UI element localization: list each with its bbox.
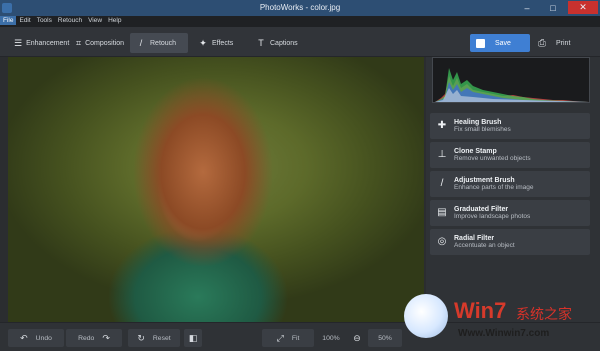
save-button[interactable]: Save — [470, 34, 530, 52]
tool-subtitle: Accentuate an object — [454, 242, 515, 249]
photo-preview[interactable] — [8, 57, 424, 322]
menu-bar: File Edit Tools Retouch View Help — [0, 16, 600, 27]
reset-label: Reset — [152, 334, 171, 342]
tab-effects[interactable]: ✦ Effects — [192, 33, 244, 53]
tool-healing-brush[interactable]: ✚ Healing Brush Fix small blemishes — [430, 113, 590, 139]
floppy-disk-icon — [476, 38, 485, 48]
zoom-level[interactable]: 50% — [368, 329, 402, 347]
maximize-button[interactable]: □ — [542, 2, 564, 14]
redo-button[interactable]: Redo ↷ — [66, 329, 122, 347]
tool-title: Healing Brush — [454, 119, 502, 126]
zoom-out-button[interactable]: ⊖ — [350, 329, 364, 347]
reset-button[interactable]: ↻ Reset — [128, 329, 180, 347]
tab-label: Captions — [270, 39, 298, 47]
tool-title: Adjustment Brush — [454, 177, 515, 184]
histogram — [432, 57, 590, 103]
undo-label: Undo — [35, 334, 52, 342]
tool-adjustment-brush[interactable]: / Adjustment Brush Enhance parts of the … — [430, 171, 590, 197]
tool-title: Graduated Filter — [454, 206, 509, 213]
tab-label: Composition — [85, 39, 124, 47]
tab-label: Retouch — [150, 39, 177, 47]
tab-composition[interactable]: ⌗ Composition — [70, 33, 130, 53]
image-canvas[interactable] — [8, 57, 424, 322]
menu-help[interactable]: Help — [105, 16, 124, 25]
compare-icon: ◧ — [188, 332, 198, 343]
tool-graduated-filter[interactable]: ▤ Graduated Filter Improve landscape pho… — [430, 200, 590, 226]
tab-captions[interactable]: T Captions — [250, 33, 308, 53]
watermark-brand: Win7 — [454, 298, 507, 323]
minus-icon: ⊖ — [353, 332, 361, 343]
crop-icon: ⌗ — [76, 38, 82, 48]
compare-button[interactable]: ◧ — [184, 329, 202, 347]
redo-label: Redo — [78, 334, 95, 342]
print-button[interactable]: ⎙ Print — [534, 34, 590, 52]
brush-icon: / — [139, 38, 143, 48]
tab-enhancement[interactable]: ☰ Enhancement — [8, 33, 70, 53]
windows-logo-icon — [404, 294, 448, 338]
menu-file[interactable]: File — [0, 16, 17, 25]
sliders-icon: ☰ — [14, 38, 23, 48]
tab-label: Effects — [212, 39, 234, 47]
fit-icon: ⤢ — [276, 332, 284, 343]
tool-subtitle: Remove unwanted objects — [454, 155, 531, 162]
stamp-icon: ⊥ — [437, 149, 447, 160]
tool-subtitle: Fix small blemishes — [454, 126, 511, 133]
text-icon: T — [258, 38, 264, 48]
tab-retouch[interactable]: / Retouch — [130, 33, 188, 53]
printer-icon: ⎙ — [538, 37, 546, 49]
tool-radial-filter[interactable]: ◎ Radial Filter Accentuate an object — [430, 229, 590, 255]
print-label: Print — [556, 39, 571, 47]
tool-clone-stamp[interactable]: ⊥ Clone Stamp Remove unwanted objects — [430, 142, 590, 168]
tab-label: Enhancement — [26, 39, 70, 47]
gradient-icon: ▤ — [437, 207, 447, 218]
menu-edit[interactable]: Edit — [16, 16, 33, 25]
retouch-side-panel: ✚ Healing Brush Fix small blemishes ⊥ Cl… — [426, 57, 600, 322]
undo-icon: ↶ — [20, 332, 28, 343]
close-button[interactable]: ✕ — [568, 1, 598, 14]
title-bar: PhotoWorks - color.jpg – □ ✕ — [0, 0, 600, 16]
tool-subtitle: Improve landscape photos — [454, 213, 531, 220]
redo-icon: ↷ — [102, 332, 110, 343]
menu-retouch[interactable]: Retouch — [55, 16, 85, 25]
zoom-100-button[interactable]: 100% — [316, 329, 346, 347]
zoom-level-label: 50% — [378, 334, 392, 342]
watermark-overlay: Win7 系统之家 Www.Winwin7.com — [404, 292, 600, 351]
menu-view[interactable]: View — [85, 16, 105, 25]
watermark-url: Www.Winwin7.com — [458, 328, 550, 339]
menu-tools[interactable]: Tools — [34, 16, 55, 25]
tool-title: Clone Stamp — [454, 148, 497, 155]
fit-label: Fit — [291, 334, 300, 342]
magic-wand-icon: ✦ — [199, 38, 207, 48]
minimize-button[interactable]: – — [516, 2, 538, 14]
fit-button[interactable]: ⤢ Fit — [262, 329, 314, 347]
undo-button[interactable]: ↶ Undo — [8, 329, 64, 347]
main-toolbar: ☰ Enhancement ⌗ Composition / Retouch ✦ … — [0, 27, 600, 57]
tool-title: Radial Filter — [454, 235, 495, 242]
zoom-100-label: 100% — [322, 334, 340, 342]
bandage-icon: ✚ — [437, 120, 447, 131]
save-label: Save — [495, 39, 511, 47]
tool-subtitle: Enhance parts of the image — [454, 184, 534, 191]
brush-icon: / — [440, 178, 444, 189]
histogram-graph — [435, 68, 589, 102]
window-title: PhotoWorks - color.jpg — [259, 3, 341, 12]
reset-icon: ↻ — [137, 332, 145, 343]
watermark-chinese: 系统之家 — [516, 307, 572, 323]
radial-icon: ◎ — [437, 236, 447, 247]
